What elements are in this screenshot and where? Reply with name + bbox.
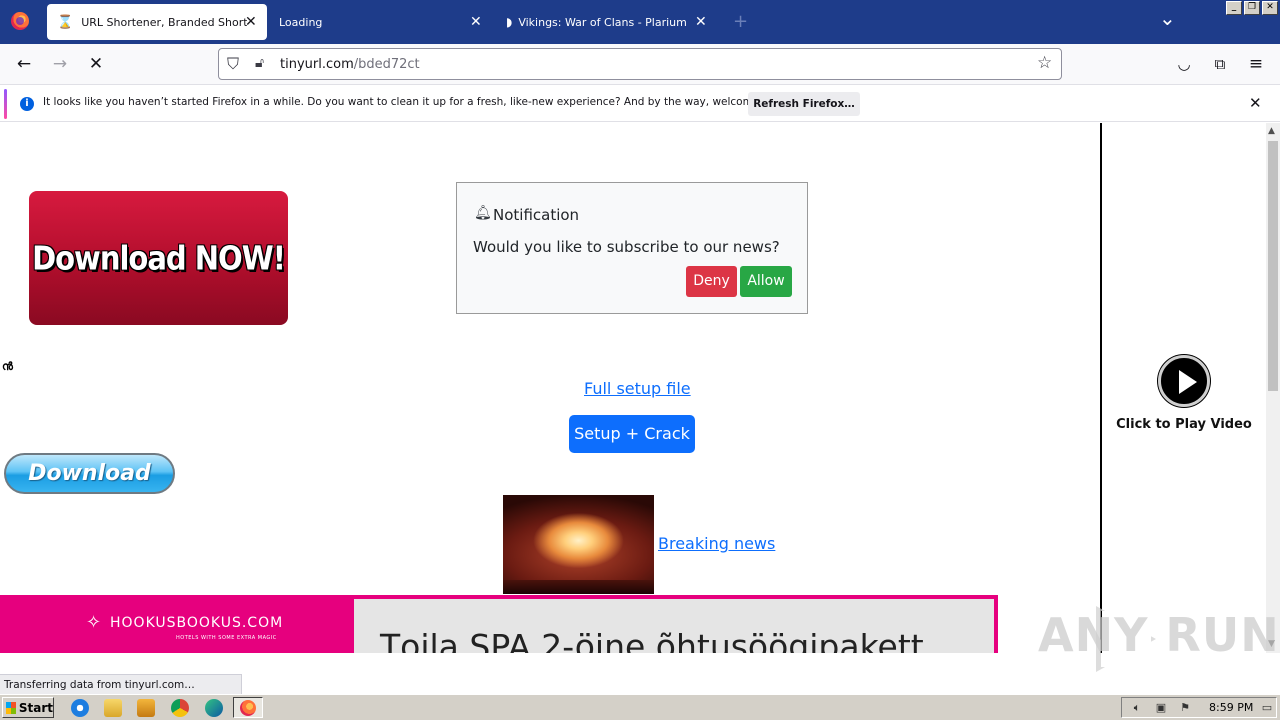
notification-message: Would you like to subscribe to our news? xyxy=(473,238,780,256)
windows-taskbar: Start 🔈︎ ▣ ⚑ 8:59 PM ▭ xyxy=(0,694,1280,720)
flag-icon[interactable]: ⚑ xyxy=(1178,701,1192,715)
setup-crack-button[interactable]: Setup + Crack xyxy=(569,415,695,453)
page-scrollbar[interactable]: ▲ ▼ xyxy=(1266,123,1280,653)
close-window-button[interactable]: ✕ xyxy=(1262,1,1278,15)
tab-label: URL Shortener, Branded Short Links xyxy=(81,15,248,29)
firefox-taskbar-button[interactable] xyxy=(233,697,263,718)
list-all-tabs-button[interactable]: ⌄ xyxy=(1159,6,1176,30)
extensions-icon[interactable]: ⧉ xyxy=(1209,53,1231,75)
full-setup-file-link[interactable]: Full setup file xyxy=(584,379,691,398)
close-tab-icon[interactable]: ✕ xyxy=(695,14,707,30)
sparkle-logo-icon: ✧ xyxy=(86,612,102,633)
download-now-label: Download NOW! xyxy=(32,238,286,278)
refresh-firefox-button[interactable]: Refresh Firefox… xyxy=(748,92,860,116)
firefox-icon xyxy=(240,700,256,716)
scroll-up-icon[interactable]: ▲ xyxy=(1268,126,1275,136)
window-controls: _ ❐ ✕ xyxy=(1226,1,1278,15)
pocket-icon[interactable]: ◡ xyxy=(1173,53,1195,75)
anyrun-watermark: ANY RUN xyxy=(1038,608,1280,662)
shield-icon[interactable]: ⛉ xyxy=(227,54,239,74)
lock-icon[interactable]: 🔓︎ xyxy=(255,55,264,71)
banner-logo-subtext: HOTELS WITH SOME EXTRA MAGIC xyxy=(176,635,277,641)
menu-icon[interactable]: ≡ xyxy=(1245,53,1267,75)
download-now-ad[interactable]: Download NOW! xyxy=(29,191,288,325)
plarium-icon: ◗ xyxy=(506,15,513,29)
click-to-play-label[interactable]: Click to Play Video xyxy=(1102,417,1266,432)
breaking-news-link[interactable]: Breaking news xyxy=(658,534,775,553)
navigation-toolbar: ← → ✕ ⛉ 🔓︎ tinyurl.com/bded72ct ☆ ◡ ⧉ ≡ xyxy=(0,44,1280,84)
tab-loading[interactable]: Loading ✕ xyxy=(270,4,492,40)
download-button-label: Download xyxy=(28,461,151,486)
url-bar[interactable]: ⛉ 🔓︎ tinyurl.com/bded72ct ☆ xyxy=(218,48,1062,80)
url-text[interactable]: tinyurl.com/bded72ct xyxy=(280,57,420,72)
hotel-ad-banner[interactable]: ✧ HOOKUSBOOKUS.COM HOTELS WITH SOME EXTR… xyxy=(0,595,998,653)
new-tab-button[interactable]: + xyxy=(733,11,748,32)
url-path: /bded72ct xyxy=(353,57,420,72)
edge-icon[interactable] xyxy=(205,699,223,717)
minimize-button[interactable]: _ xyxy=(1226,1,1242,15)
network-icon[interactable]: ▣ xyxy=(1154,701,1168,715)
forward-icon[interactable]: → xyxy=(49,53,71,75)
chrome-icon[interactable] xyxy=(171,699,189,717)
infobar-accent xyxy=(4,89,7,119)
bell-icon: 🔔︎ xyxy=(474,205,492,221)
file-explorer-icon[interactable] xyxy=(104,699,122,717)
page-content: Download NOW! ൻ 🔔︎ Notification Would yo… xyxy=(0,123,1266,653)
firefox-icon[interactable] xyxy=(11,12,29,30)
banner-logo-text: HOOKUSBOOKUS.COM xyxy=(110,615,284,631)
tab-label: Loading xyxy=(279,15,323,29)
media-player-icon[interactable] xyxy=(137,699,155,717)
small-ad-icon[interactable]: ൻ xyxy=(2,360,13,374)
start-button[interactable]: Start xyxy=(2,697,54,718)
notification-bar: i It looks like you haven’t started Fire… xyxy=(0,84,1280,122)
tab-url-shortener[interactable]: ⌛ URL Shortener, Branded Short Links ✕ xyxy=(47,4,267,40)
close-tab-icon[interactable]: ✕ xyxy=(470,14,482,30)
tab-label: Vikings: War of Clans - Plarium xyxy=(518,15,687,29)
back-icon[interactable]: ← xyxy=(13,53,35,75)
allow-button[interactable]: Allow xyxy=(740,266,792,297)
close-tab-icon[interactable]: ✕ xyxy=(245,14,257,30)
infobar-message: It looks like you haven’t started Firefo… xyxy=(43,96,792,108)
download-button[interactable]: Download xyxy=(4,453,175,494)
banner-text-panel: Tоila SPA 2-öine õhtusöögipakett xyxy=(354,599,994,653)
restore-button[interactable]: ❐ xyxy=(1244,1,1260,15)
url-domain: tinyurl.com xyxy=(280,57,354,72)
play-icon[interactable] xyxy=(1158,355,1210,407)
info-icon: i xyxy=(20,97,34,111)
show-desktop-icon[interactable]: ▭ xyxy=(1260,701,1274,715)
deny-button[interactable]: Deny xyxy=(686,266,737,297)
start-label: Start xyxy=(18,700,53,715)
hourglass-icon: ⌛ xyxy=(57,14,74,30)
banner-headline: Tоila SPA 2-öine õhtusöögipakett xyxy=(380,627,924,653)
tab-vikings[interactable]: ◗ Vikings: War of Clans - Plarium ✕ xyxy=(498,4,720,40)
close-icon[interactable]: ✕ xyxy=(1249,94,1262,112)
status-bar: Transferring data from tinyurl.com… xyxy=(0,674,242,694)
notification-title: Notification xyxy=(493,206,580,224)
video-ad-panel[interactable]: Click to Play Video xyxy=(1100,123,1266,653)
clock[interactable]: 8:59 PM xyxy=(1209,701,1253,714)
volume-icon[interactable]: 🔈︎ xyxy=(1130,701,1144,715)
explosion-news-image[interactable] xyxy=(503,495,654,594)
system-tray: 🔈︎ ▣ ⚑ 8:59 PM ▭ xyxy=(1121,697,1277,718)
subscribe-notification-dialog: 🔔︎ Notification Would you like to subscr… xyxy=(456,182,808,314)
stop-loading-icon[interactable]: ✕ xyxy=(85,53,107,75)
windows-logo-icon xyxy=(6,701,16,714)
bookmark-star-icon[interactable]: ☆ xyxy=(1037,53,1052,73)
internet-explorer-icon[interactable] xyxy=(71,699,89,717)
tab-strip: ⌛ URL Shortener, Branded Short Links ✕ L… xyxy=(0,0,1280,44)
scroll-thumb[interactable] xyxy=(1268,141,1278,391)
